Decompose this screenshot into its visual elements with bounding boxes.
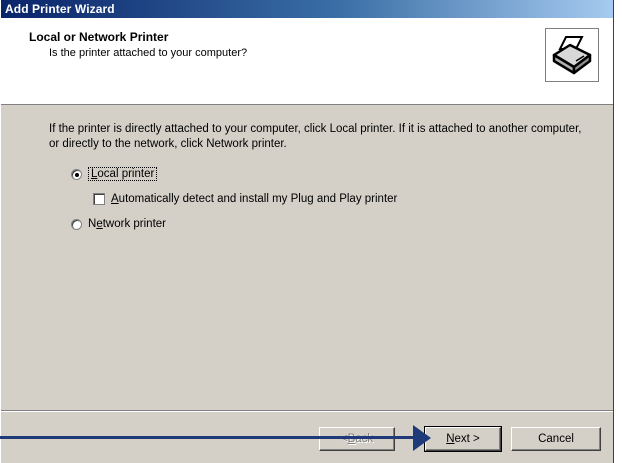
local-printer-option[interactable]: Local printer <box>71 167 158 181</box>
auto-detect-checkbox[interactable] <box>93 193 105 205</box>
annotation-arrow-head <box>413 425 431 451</box>
annotation-arrow-line <box>0 436 420 439</box>
network-printer-radio[interactable] <box>71 218 82 230</box>
button-divider <box>1 410 613 412</box>
add-printer-wizard-window: Add Printer Wizard Local or Network Prin… <box>0 0 614 463</box>
local-printer-label: Local printer <box>88 167 158 181</box>
printer-icon <box>545 28 599 82</box>
title-bar[interactable]: Add Printer Wizard <box>1 0 613 18</box>
wizard-header: Local or Network Printer Is the printer … <box>1 18 613 105</box>
auto-detect-option[interactable]: Automatically detect and install my Plug… <box>93 193 397 205</box>
page-subtitle: Is the printer attached to your computer… <box>49 47 248 59</box>
instructions-text: If the printer is directly attached to y… <box>49 123 582 150</box>
local-printer-radio[interactable] <box>71 168 82 180</box>
page-title: Local or Network Printer <box>29 30 169 44</box>
next-button[interactable]: Next > <box>424 426 502 452</box>
back-button[interactable]: < Back <box>319 427 395 451</box>
network-printer-option[interactable]: Network printer <box>71 218 166 230</box>
window-title: Add Printer Wizard <box>5 2 115 16</box>
network-printer-label: Network printer <box>88 218 166 230</box>
auto-detect-label: Automatically detect and install my Plug… <box>111 193 398 205</box>
cancel-button[interactable]: Cancel <box>511 427 601 451</box>
